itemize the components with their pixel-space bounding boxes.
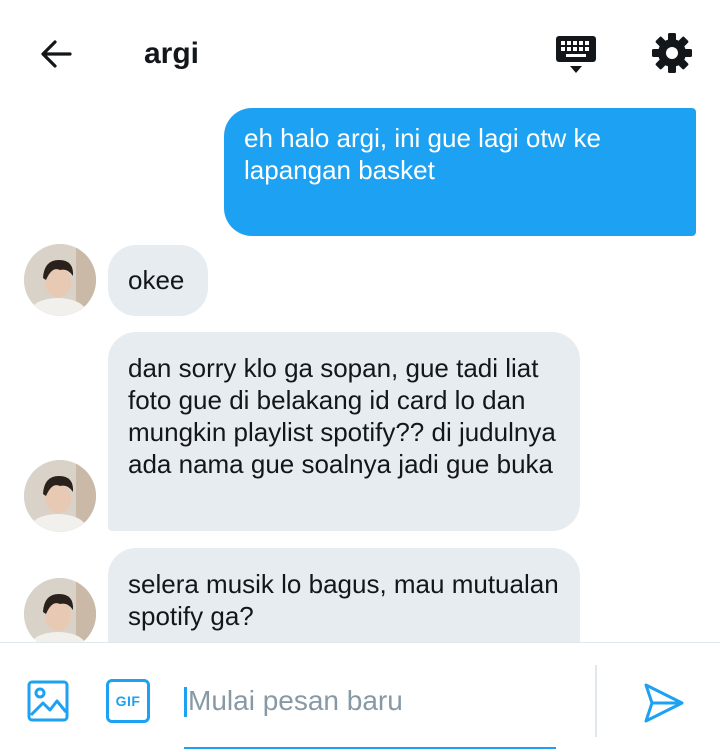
add-media-button[interactable] [26,679,70,723]
message-composer: GIF [0,642,720,752]
avatar[interactable] [24,578,96,650]
send-icon [644,683,684,723]
composer-divider [595,665,597,737]
message-input-wrapper [184,669,556,749]
conversation-header: argi [0,0,720,104]
arrow-left-icon [41,40,72,68]
dm-conversation-screen: argi eh halo argi, ini gue lagi otw ke l… [0,0,720,752]
image-icon [27,680,69,722]
avatar-photo [24,578,96,650]
conversation-title[interactable]: argi [144,34,199,74]
gif-icon: GIF [115,693,141,709]
avatar-photo [24,244,96,316]
avatar-photo [24,460,96,532]
text-caret [184,687,187,717]
send-button[interactable] [640,679,688,727]
settings-button[interactable] [648,29,696,77]
avatar[interactable] [24,460,96,532]
keyboard-icon [556,36,596,73]
message-input[interactable] [188,681,548,721]
message-bubble-incoming[interactable]: dan sorry klo ga sopan, gue tadi liat fo… [108,332,580,531]
back-button[interactable] [34,32,78,76]
gear-icon [652,33,692,73]
keyboard-toggle-button[interactable] [552,30,600,78]
message-bubble-incoming[interactable]: okee [108,245,208,316]
gif-button[interactable]: GIF [106,679,150,723]
avatar[interactable] [24,244,96,316]
message-bubble-outgoing[interactable]: eh halo argi, ini gue lagi otw ke lapang… [224,108,696,236]
